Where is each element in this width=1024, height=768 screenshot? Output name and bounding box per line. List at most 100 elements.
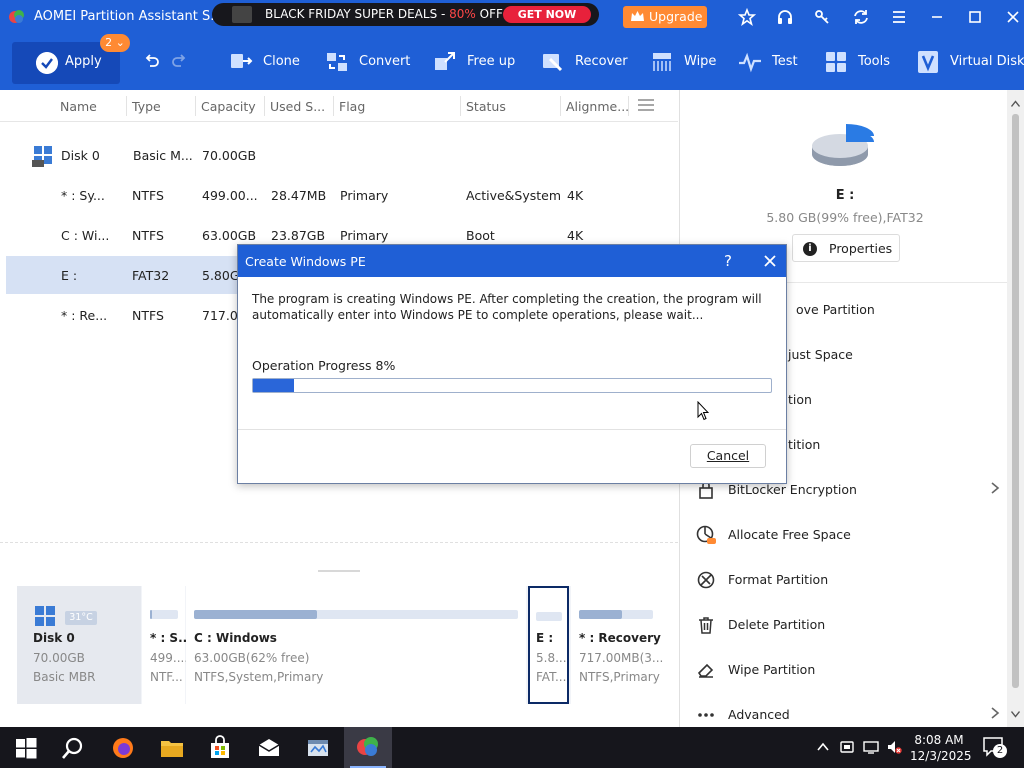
undo-icon[interactable] <box>143 52 161 70</box>
title-bar: AOMEI Partition Assistant S... BLACK FRI… <box>0 0 1024 34</box>
chevron-up-icon[interactable] <box>815 739 831 755</box>
clock[interactable]: 8:08 AM 12/3/2025 <box>910 732 972 764</box>
disk-map: 31°C Disk 0 70.00GB Basic MBR * : S... 4… <box>17 586 663 704</box>
file-explorer-icon[interactable] <box>159 735 185 761</box>
info-icon: i <box>803 242 817 256</box>
mail-icon[interactable] <box>256 735 282 761</box>
cell-status: Boot <box>466 228 495 243</box>
free-up-tool[interactable]: Free up <box>433 48 523 76</box>
aomei-icon <box>357 737 378 756</box>
partition-block[interactable]: * : S... 499.... NTF... <box>142 586 192 704</box>
taskbar: 8:08 AM 12/3/2025 2 <box>0 727 1024 768</box>
close-icon[interactable] <box>1004 8 1022 26</box>
refresh-icon[interactable] <box>852 8 870 26</box>
clone-tool[interactable]: Clone <box>229 48 309 76</box>
key-icon[interactable] <box>814 8 832 26</box>
menu-icon[interactable] <box>890 8 908 26</box>
recover-tool[interactable]: Recover <box>541 48 631 76</box>
column-capacity[interactable]: Capacity <box>201 99 256 114</box>
search-icon[interactable] <box>60 735 86 761</box>
recover-icon <box>543 54 563 72</box>
check-icon <box>36 52 58 74</box>
scroll-up-icon[interactable] <box>1011 100 1020 108</box>
op-wipe-partition[interactable]: Wipe Partition <box>696 655 1010 685</box>
column-status[interactable]: Status <box>466 99 506 114</box>
promo-text: BLACK FRIDAY SUPER DEALS - 80% OFF <box>265 7 503 21</box>
redo-icon[interactable] <box>170 52 188 70</box>
help-icon[interactable]: ? <box>724 252 732 270</box>
column-name[interactable]: Name <box>60 99 97 114</box>
close-icon[interactable] <box>763 254 777 268</box>
dialog-message: The program is creating Windows PE. Afte… <box>252 292 762 322</box>
op-delete-partition[interactable]: Delete Partition <box>696 610 1010 640</box>
cell-name: Disk 0 <box>61 148 100 163</box>
column-flag[interactable]: Flag <box>339 99 365 114</box>
op-allocate-free-space[interactable]: Allocate Free Space <box>696 520 1010 550</box>
scroll-down-icon[interactable] <box>1011 710 1020 718</box>
store-icon[interactable] <box>207 735 233 761</box>
volume-muted-icon[interactable] <box>886 739 902 755</box>
tools-tool[interactable]: Tools <box>824 48 894 76</box>
star-icon[interactable] <box>737 7 757 26</box>
upgrade-button[interactable]: Upgrade <box>623 6 707 28</box>
wipe-tool[interactable]: Wipe <box>650 48 720 76</box>
eraser-icon <box>697 663 714 678</box>
pending-operations-badge[interactable]: 2 ⌄ <box>100 34 130 52</box>
selected-drive-label: E : <box>835 188 855 203</box>
temperature-badge: 31°C <box>65 611 97 625</box>
convert-tool[interactable]: Convert <box>325 48 415 76</box>
column-alignment[interactable]: Alignme... <box>566 99 629 114</box>
scroll-thumb[interactable] <box>1012 114 1019 688</box>
promo-banner[interactable]: BLACK FRIDAY SUPER DEALS - 80% OFF GET N… <box>212 3 599 26</box>
get-now-button[interactable]: GET NOW <box>503 6 591 23</box>
headset-icon[interactable] <box>776 8 794 26</box>
dialog-title-bar[interactable]: Create Windows PE ? <box>238 245 786 277</box>
cancel-button[interactable]: Cancel <box>690 444 766 468</box>
allocate-icon <box>696 525 716 544</box>
right-panel-scrollbar[interactable] <box>1007 90 1024 727</box>
disk-map-disk[interactable]: 31°C Disk 0 70.00GB Basic MBR <box>17 586 141 704</box>
tools-icon <box>826 52 846 72</box>
virtual-disk-icon <box>918 51 938 73</box>
test-tool[interactable]: Test <box>738 48 808 76</box>
cell-type: FAT32 <box>132 268 170 283</box>
table-row[interactable]: * : Sy... NTFS 499.00... 28.47MB Primary… <box>6 176 678 214</box>
properties-button[interactable]: i Properties <box>792 234 900 262</box>
more-icon <box>698 713 714 717</box>
maximize-icon[interactable] <box>966 8 984 26</box>
device-icon[interactable] <box>839 739 855 755</box>
network-icon[interactable] <box>863 739 879 755</box>
firefox-icon[interactable] <box>110 735 136 761</box>
column-type[interactable]: Type <box>132 99 161 114</box>
crown-icon <box>631 11 644 21</box>
virtual-disk-tool[interactable]: Virtual Disk <box>916 48 1024 76</box>
partition-block[interactable]: * : Recovery 717.00MB(3... NTFS,Primary <box>571 586 663 704</box>
cell-status: Active&System <box>466 188 562 203</box>
notifications-icon[interactable]: 2 <box>983 737 1007 758</box>
minimize-icon[interactable] <box>928 8 946 26</box>
dialog-title: Create Windows PE <box>245 254 366 269</box>
divider <box>0 542 678 543</box>
resize-grip[interactable] <box>318 570 360 572</box>
table-header: Name Type Capacity Used S... Flag Status… <box>0 90 678 122</box>
chevron-right-icon <box>991 707 1000 719</box>
windows-start-icon[interactable] <box>13 735 39 761</box>
cell-name: C : Wi... <box>61 228 110 243</box>
cell-capacity: 63.00GB <box>202 228 257 243</box>
cell-flag: Primary <box>340 188 389 203</box>
app-window-icon[interactable] <box>305 735 331 761</box>
cell-used: 28.47MB <box>271 188 327 203</box>
cell-capacity: 5.80G <box>202 268 240 283</box>
op-advanced[interactable]: Advanced <box>696 700 1010 730</box>
column-used-space[interactable]: Used S... <box>270 99 325 114</box>
clock-time: 8:08 AM <box>914 733 964 747</box>
op-format-partition[interactable]: Format Partition <box>696 565 1010 595</box>
partition-block[interactable]: C : Windows 63.00GB(62% free) NTFS,Syste… <box>186 586 526 704</box>
cell-type: NTFS <box>132 188 164 203</box>
column-settings-icon[interactable] <box>638 98 654 112</box>
table-row-disk[interactable]: Disk 0 Basic M... 70.00GB <box>6 136 678 174</box>
partition-block-selected[interactable]: E : 5.8... FAT... <box>528 586 569 704</box>
cell-name: * : Sy... <box>61 188 105 203</box>
aomei-taskbar-button[interactable] <box>344 727 392 768</box>
cell-capacity: 499.00... <box>202 188 258 203</box>
